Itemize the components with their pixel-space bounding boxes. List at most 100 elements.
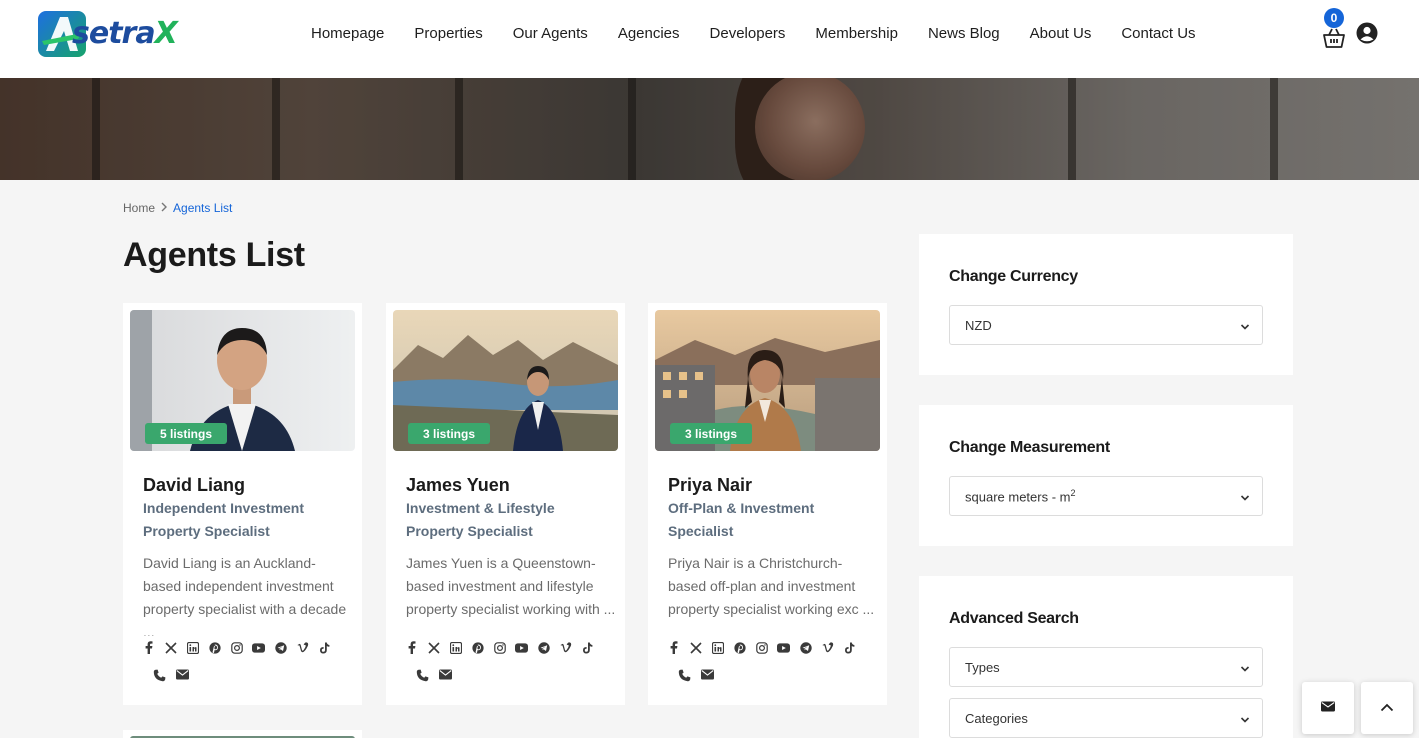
listings-count-badge: 5 listings (145, 423, 228, 444)
email-icon[interactable] (176, 669, 189, 682)
categories-select[interactable]: Categories (949, 698, 1263, 738)
contact-email-button[interactable] (1302, 682, 1354, 734)
nav-developers[interactable]: Developers (710, 25, 786, 42)
instagram-icon[interactable] (230, 641, 243, 654)
email-icon (1321, 699, 1335, 717)
email-icon[interactable] (701, 669, 714, 682)
advanced-search-widget: Advanced Search Types Categories (919, 576, 1293, 738)
measurement-widget: Change Measurement square meters - m2 (919, 405, 1293, 546)
agent-description: Priya Nair is a Christchurch-based off-p… (668, 555, 875, 617)
tiktok-icon[interactable] (581, 641, 594, 654)
agent-name[interactable]: David Liang (143, 475, 245, 496)
agent-photo[interactable]: 3 listings (655, 310, 880, 451)
measurement-select[interactable]: square meters - m2 (949, 476, 1263, 516)
site-header: setraX Homepage Properties Our Agents Ag… (0, 0, 1419, 78)
phone-icon[interactable] (416, 669, 429, 682)
facebook-icon[interactable] (667, 641, 680, 654)
agent-card: 3 listings Priya Nair Off-Plan & Investm… (648, 303, 887, 705)
linkedin-icon[interactable] (186, 641, 199, 654)
pinterest-icon[interactable] (733, 641, 746, 654)
nav-contact-us[interactable]: Contact Us (1121, 25, 1195, 42)
x-icon[interactable] (689, 641, 702, 654)
vimeo-icon[interactable] (296, 641, 309, 654)
vimeo-icon[interactable] (821, 641, 834, 654)
agent-card-partial (123, 730, 362, 738)
breadcrumb-current: Agents List (173, 200, 233, 215)
agent-social-links (405, 641, 594, 654)
pinterest-icon[interactable] (471, 641, 484, 654)
agent-role: Independent Investment Property Speciali… (143, 500, 305, 539)
hero-banner-image (0, 78, 1419, 180)
agent-photo[interactable]: 3 listings (393, 310, 618, 451)
facebook-icon[interactable] (142, 641, 155, 654)
chevron-down-icon (1240, 713, 1250, 723)
brand-wordmark: setraX (72, 16, 178, 51)
currency-select[interactable]: NZD (949, 305, 1263, 345)
currency-value: NZD (965, 317, 992, 333)
agent-role: Investment & Lifestyle Property Speciali… (406, 500, 555, 539)
nav-our-agents[interactable]: Our Agents (513, 25, 588, 42)
cart-icon[interactable] (1322, 26, 1346, 50)
chevron-down-icon (1240, 662, 1250, 672)
main-nav: Homepage Properties Our Agents Agencies … (296, 0, 1211, 66)
chevron-up-icon (1380, 699, 1394, 717)
brand-logo[interactable]: setraX (38, 10, 180, 58)
x-icon[interactable] (164, 641, 177, 654)
cart-count-badge: 0 (1324, 8, 1344, 28)
agent-card: 3 listings James Yuen Investment & Lifes… (386, 303, 625, 705)
categories-value: Categories (965, 710, 1028, 726)
tiktok-icon[interactable] (843, 641, 856, 654)
agent-description: James Yuen is a Queenstown-based investm… (406, 555, 616, 617)
youtube-icon[interactable] (515, 641, 528, 654)
instagram-icon[interactable] (755, 641, 768, 654)
email-icon[interactable] (439, 669, 452, 682)
chevron-right-icon (160, 200, 168, 215)
nav-about-us[interactable]: About Us (1030, 25, 1092, 42)
agent-name[interactable]: Priya Nair (668, 475, 752, 496)
currency-widget: Change Currency NZD (919, 234, 1293, 375)
agent-contact-links (153, 669, 189, 682)
tiktok-icon[interactable] (318, 641, 331, 654)
agent-role: Off-Plan & Investment Specialist (668, 500, 815, 539)
agent-name[interactable]: James Yuen (406, 475, 510, 496)
agent-social-links (667, 641, 856, 654)
chevron-down-icon (1240, 491, 1250, 501)
nav-membership[interactable]: Membership (815, 25, 898, 42)
agent-contact-links (416, 669, 452, 682)
phone-icon[interactable] (153, 669, 166, 682)
x-icon[interactable] (427, 641, 440, 654)
agent-description: David Liang is an Auckland-based indepen… (143, 555, 347, 636)
advanced-search-title: Advanced Search (949, 610, 1079, 627)
chevron-down-icon (1240, 320, 1250, 330)
agent-photo[interactable]: 5 listings (130, 310, 355, 451)
linkedin-icon[interactable] (711, 641, 724, 654)
nav-properties[interactable]: Properties (414, 25, 482, 42)
facebook-icon[interactable] (405, 641, 418, 654)
measurement-value: square meters - m2 (965, 487, 1076, 505)
agent-card: 5 listings David Liang Independent Inves… (123, 303, 362, 705)
pinterest-icon[interactable] (208, 641, 221, 654)
nav-homepage[interactable]: Homepage (311, 25, 384, 42)
agent-contact-links (678, 669, 714, 682)
nav-agencies[interactable]: Agencies (618, 25, 680, 42)
telegram-icon[interactable] (537, 641, 550, 654)
instagram-icon[interactable] (493, 641, 506, 654)
types-select[interactable]: Types (949, 647, 1263, 687)
measurement-title: Change Measurement (949, 439, 1110, 456)
breadcrumb-home-link[interactable]: Home (123, 201, 155, 215)
vimeo-icon[interactable] (559, 641, 572, 654)
page-title: Agents List (123, 236, 305, 274)
breadcrumb: Home Agents List (123, 200, 232, 215)
listings-count-badge: 3 listings (408, 423, 491, 444)
telegram-icon[interactable] (274, 641, 287, 654)
agent-social-links (142, 641, 331, 654)
user-account-icon[interactable] (1356, 22, 1378, 44)
listings-count-badge: 3 listings (670, 423, 753, 444)
linkedin-icon[interactable] (449, 641, 462, 654)
youtube-icon[interactable] (252, 641, 265, 654)
telegram-icon[interactable] (799, 641, 812, 654)
scroll-to-top-button[interactable] (1361, 682, 1413, 734)
phone-icon[interactable] (678, 669, 691, 682)
youtube-icon[interactable] (777, 641, 790, 654)
nav-news-blog[interactable]: News Blog (928, 25, 1000, 42)
